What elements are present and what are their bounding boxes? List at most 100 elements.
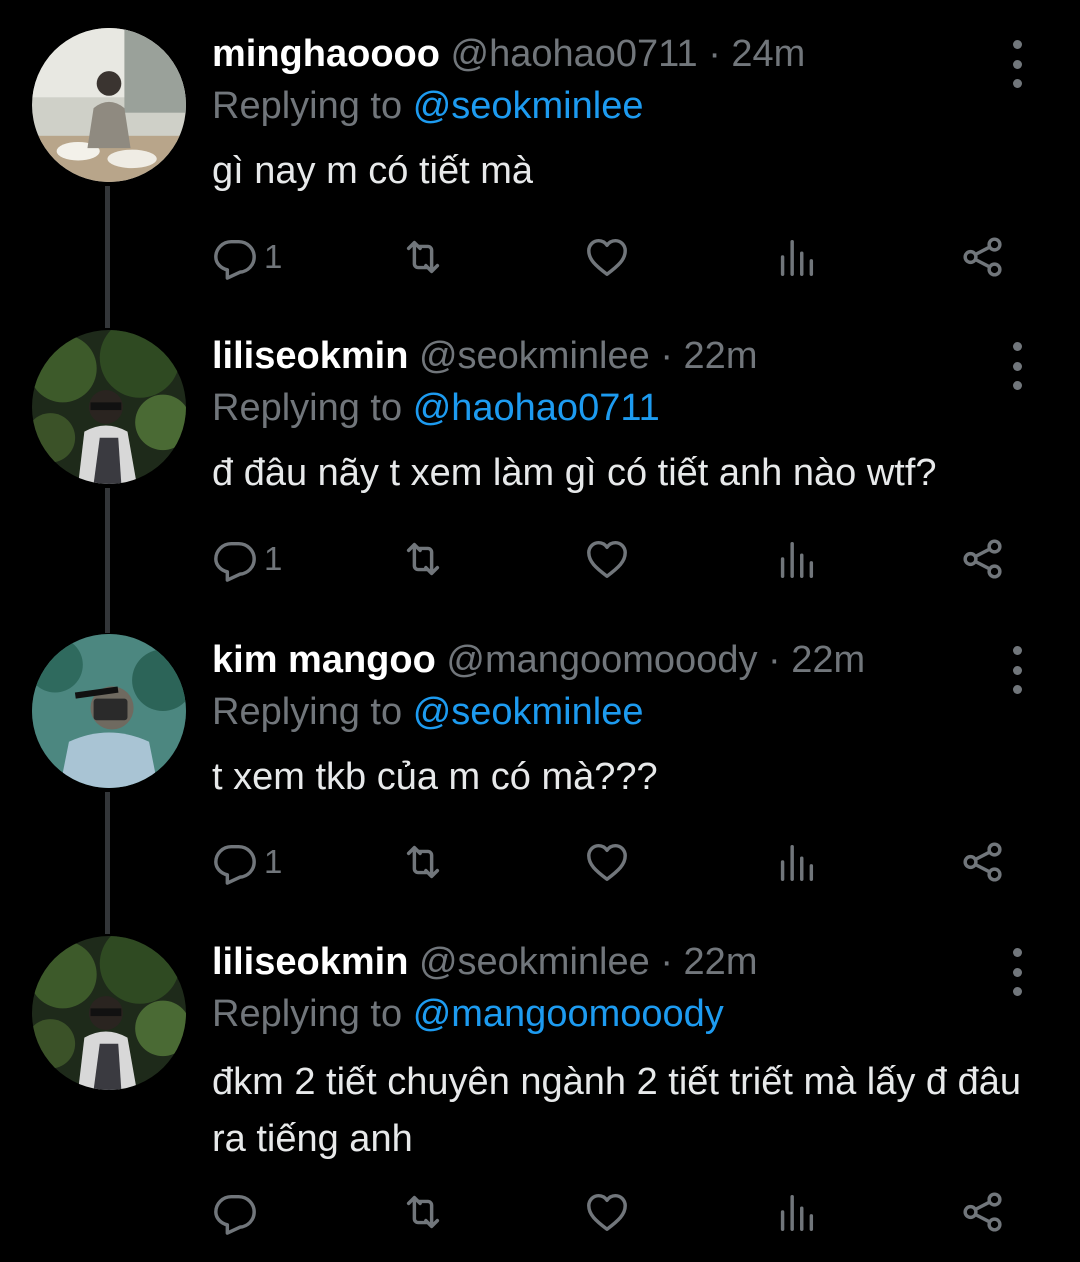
reply-icon [212, 1189, 258, 1235]
retweet-icon [400, 234, 446, 280]
bar-chart-icon [773, 1189, 819, 1235]
reply-thread: minghaoooo @haohao0711 · 24m Replying to… [0, 0, 1080, 1262]
retweet-icon [400, 536, 446, 582]
reply-count: 1 [264, 238, 283, 275]
like-button[interactable] [584, 836, 630, 888]
replying-to: Replying to @seokminlee [212, 686, 643, 738]
display-name[interactable]: minghaoooo [212, 33, 440, 75]
share-icon [960, 536, 1006, 582]
heart-icon [584, 234, 630, 280]
share-button[interactable] [960, 231, 1006, 283]
reply-icon [212, 234, 258, 280]
tweet[interactable]: kim mangoo @mangoomooody · 22m Replying … [0, 634, 1080, 909]
share-button[interactable] [960, 533, 1006, 585]
more-vertical-icon[interactable] [1004, 40, 1030, 88]
replying-to-label: Replying to [212, 691, 403, 733]
action-bar [212, 1186, 1012, 1238]
like-button[interactable] [584, 1186, 630, 1238]
timestamp[interactable]: 22m [684, 941, 758, 983]
retweet-button[interactable] [400, 836, 446, 888]
heart-icon [584, 839, 630, 885]
stats-button[interactable] [773, 231, 819, 283]
separator: · [660, 941, 673, 983]
retweet-button[interactable] [400, 231, 446, 283]
display-name[interactable]: liliseokmin [212, 335, 408, 377]
stats-button[interactable] [773, 533, 819, 585]
tweet-header: minghaoooo @haohao0711 · 24m [212, 28, 805, 80]
tweet-text: đ đâu nãy t xem làm gì có tiết anh nào w… [212, 452, 937, 494]
reply-button[interactable]: 1 [212, 533, 282, 585]
reply-icon [212, 536, 258, 582]
replying-to: Replying to @haohao0711 [212, 382, 660, 434]
reply-button[interactable]: 1 [212, 836, 282, 888]
avatar[interactable] [32, 634, 186, 788]
avatar-photo [32, 634, 186, 788]
retweet-icon [400, 839, 446, 885]
like-button[interactable] [584, 231, 630, 283]
timestamp[interactable]: 22m [791, 639, 865, 681]
action-bar: 1 [212, 533, 1012, 585]
action-bar: 1 [212, 836, 1012, 888]
user-handle[interactable]: @haohao0711 [451, 33, 698, 75]
reply-button[interactable] [212, 1186, 264, 1238]
stats-button[interactable] [773, 836, 819, 888]
reply-count: 1 [264, 540, 283, 577]
avatar-photo [32, 936, 186, 1090]
replying-to-label: Replying to [212, 387, 403, 429]
tweet[interactable]: liliseokmin @seokminlee · 22m Replying t… [0, 330, 1080, 605]
timestamp[interactable]: 22m [684, 335, 758, 377]
replying-to-handle[interactable]: @seokminlee [413, 691, 644, 733]
timestamp[interactable]: 24m [731, 33, 805, 75]
tweet[interactable]: liliseokmin @seokminlee · 22m Replying t… [0, 936, 1080, 1262]
tweet-text: đkm 2 tiết chuyên ngành 2 tiết triết mà … [212, 1061, 1022, 1160]
replying-to-label: Replying to [212, 993, 403, 1035]
avatar-photo [32, 330, 186, 484]
share-button[interactable] [960, 1186, 1006, 1238]
user-handle[interactable]: @seokminlee [419, 941, 650, 983]
bar-chart-icon [773, 536, 819, 582]
reply-icon [212, 839, 258, 885]
tweet-header: liliseokmin @seokminlee · 22m [212, 936, 757, 988]
display-name[interactable]: liliseokmin [212, 941, 408, 983]
replying-to: Replying to @seokminlee [212, 80, 643, 132]
replying-to: Replying to @mangoomooody [212, 988, 724, 1040]
avatar-photo [32, 28, 186, 182]
more-vertical-icon[interactable] [1004, 948, 1030, 996]
replying-to-handle[interactable]: @haohao0711 [413, 387, 660, 429]
tweet-text: gì nay m có tiết mà [212, 150, 534, 192]
retweet-icon [400, 1189, 446, 1235]
more-vertical-icon[interactable] [1004, 342, 1030, 390]
replying-to-handle[interactable]: @seokminlee [413, 85, 644, 127]
retweet-button[interactable] [400, 533, 446, 585]
tweet-text: t xem tkb của m có mà??? [212, 756, 658, 798]
reply-button[interactable]: 1 [212, 231, 282, 283]
more-vertical-icon[interactable] [1004, 646, 1030, 694]
separator: · [708, 33, 721, 75]
replying-to-label: Replying to [212, 85, 403, 127]
share-icon [960, 839, 1006, 885]
display-name[interactable]: kim mangoo [212, 639, 436, 681]
share-icon [960, 1189, 1006, 1235]
bar-chart-icon [773, 234, 819, 280]
share-icon [960, 234, 1006, 280]
tweet-header: liliseokmin @seokminlee · 22m [212, 330, 757, 382]
tweet-header: kim mangoo @mangoomooody · 22m [212, 634, 865, 686]
avatar[interactable] [32, 28, 186, 182]
retweet-button[interactable] [400, 1186, 446, 1238]
tweet[interactable]: minghaoooo @haohao0711 · 24m Replying to… [0, 28, 1080, 298]
heart-icon [584, 1189, 630, 1235]
reply-count: 1 [264, 843, 283, 880]
heart-icon [584, 536, 630, 582]
separator: · [768, 639, 781, 681]
separator: · [660, 335, 673, 377]
user-handle[interactable]: @mangoomooody [446, 639, 757, 681]
user-handle[interactable]: @seokminlee [419, 335, 650, 377]
avatar[interactable] [32, 936, 186, 1090]
bar-chart-icon [773, 839, 819, 885]
stats-button[interactable] [773, 1186, 819, 1238]
share-button[interactable] [960, 836, 1006, 888]
like-button[interactable] [584, 533, 630, 585]
action-bar: 1 [212, 231, 1012, 283]
replying-to-handle[interactable]: @mangoomooody [413, 993, 724, 1035]
avatar[interactable] [32, 330, 186, 484]
